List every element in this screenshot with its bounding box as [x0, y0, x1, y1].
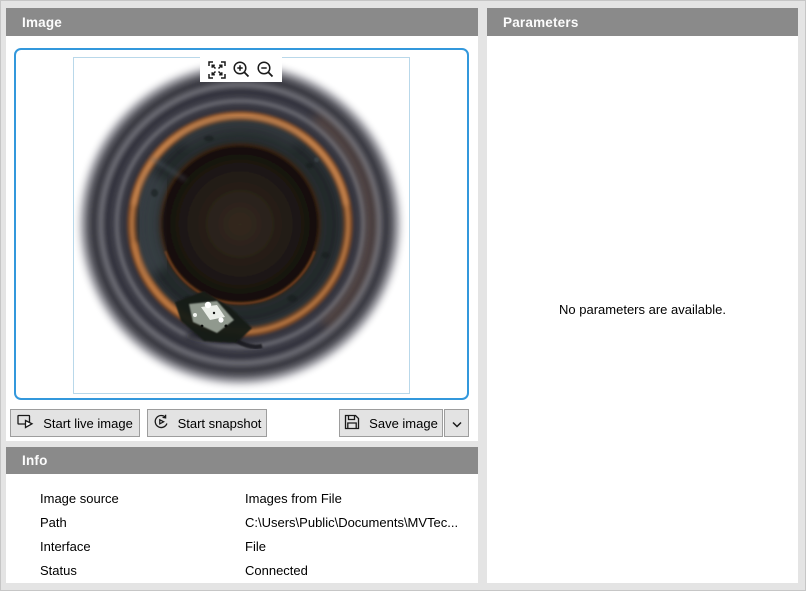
info-label: Image source	[40, 491, 245, 506]
image-panel-title: Image	[22, 15, 62, 30]
info-panel-body: Image source Images from File Path C:\Us…	[6, 474, 478, 583]
fit-to-view-icon[interactable]	[208, 60, 227, 79]
info-panel-title: Info	[22, 453, 48, 468]
parameters-panel-header: Parameters	[487, 8, 798, 36]
save-image-options-button[interactable]	[444, 409, 469, 437]
info-value: C:\Users\Public\Documents\MVTec...	[245, 515, 478, 530]
save-image-label: Save image	[369, 416, 438, 431]
info-panel-header: Info	[6, 447, 478, 474]
info-value: File	[245, 539, 478, 554]
parameters-panel-title: Parameters	[503, 15, 579, 30]
info-value: Connected	[245, 563, 478, 578]
info-row-path: Path C:\Users\Public\Documents\MVTec...	[6, 510, 478, 534]
image-toolbar	[200, 57, 282, 82]
live-image-icon	[17, 413, 34, 433]
chevron-down-icon	[452, 416, 462, 431]
no-parameters-message: No parameters are available.	[559, 302, 726, 317]
camera-image[interactable]	[73, 57, 410, 394]
info-label: Path	[40, 515, 245, 530]
save-image-button[interactable]: Save image	[339, 409, 443, 437]
bottle-neck-image	[74, 58, 409, 393]
start-live-image-button[interactable]: Start live image	[10, 409, 140, 437]
info-row-status: Status Connected	[6, 558, 478, 582]
snapshot-icon	[153, 414, 169, 433]
app-window: Image	[0, 0, 806, 591]
start-snapshot-button[interactable]: Start snapshot	[147, 409, 267, 437]
info-row-image-source: Image source Images from File	[6, 486, 478, 510]
info-label: Status	[40, 563, 245, 578]
info-label: Interface	[40, 539, 245, 554]
start-snapshot-label: Start snapshot	[178, 416, 262, 431]
image-panel-header: Image	[6, 8, 478, 36]
start-live-image-label: Start live image	[43, 416, 133, 431]
save-icon	[344, 414, 360, 433]
parameters-panel-body: No parameters are available.	[487, 36, 798, 583]
info-value: Images from File	[245, 491, 478, 506]
zoom-in-icon[interactable]	[232, 60, 251, 79]
zoom-out-icon[interactable]	[256, 60, 275, 79]
info-row-interface: Interface File	[6, 534, 478, 558]
